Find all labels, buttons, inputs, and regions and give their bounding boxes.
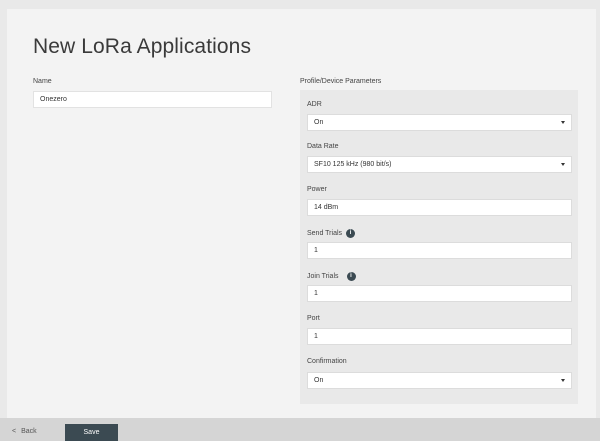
back-button[interactable]: < Back <box>12 428 37 435</box>
confirmation-label-text: Confirmation <box>307 358 347 365</box>
power-label: Power <box>307 186 327 193</box>
port-label-text: Port <box>307 315 320 322</box>
chevron-left-icon: < <box>12 428 17 435</box>
send-trials-value: 1 <box>314 247 318 254</box>
send-trials-input[interactable]: 1 <box>307 242 572 259</box>
params-panel: ADR On Data Rate SF10 125 kHz (980 bit/s… <box>300 90 578 404</box>
join-trials-label: Join Trials i <box>307 272 356 281</box>
form-page: New LoRa Applications Name Onezero Profi… <box>7 9 596 418</box>
power-input[interactable]: 14 dBm <box>307 199 572 216</box>
confirmation-select[interactable]: On <box>307 372 572 389</box>
page-title: New LoRa Applications <box>33 35 252 58</box>
save-button[interactable]: Save <box>65 424 118 441</box>
data-rate-label: Data Rate <box>307 143 339 150</box>
confirmation-value: On <box>314 377 324 384</box>
join-trials-input[interactable]: 1 <box>307 285 572 302</box>
port-label: Port <box>307 315 320 322</box>
join-trials-value: 1 <box>314 290 318 297</box>
name-input[interactable]: Onezero <box>33 91 272 108</box>
confirmation-label: Confirmation <box>307 358 347 365</box>
adr-label-text: ADR <box>307 101 322 108</box>
chevron-down-icon <box>561 163 565 166</box>
data-rate-value: SF10 125 kHz (980 bit/s) <box>314 161 392 168</box>
data-rate-select[interactable]: SF10 125 kHz (980 bit/s) <box>307 156 572 173</box>
profile-heading: Profile/Device Parameters <box>300 78 382 85</box>
port-value: 1 <box>314 333 318 340</box>
adr-select[interactable]: On <box>307 114 572 131</box>
power-label-text: Power <box>307 186 327 193</box>
data-rate-label-text: Data Rate <box>307 143 339 150</box>
info-icon[interactable]: i <box>346 272 356 281</box>
join-trials-label-text: Join Trials <box>307 273 339 280</box>
adr-label: ADR <box>307 101 322 108</box>
back-label: Back <box>21 428 37 435</box>
port-input[interactable]: 1 <box>307 328 572 345</box>
name-label: Name <box>33 78 52 85</box>
footer-bar: < Back Save <box>0 418 600 441</box>
send-trials-label: Send Trials i <box>307 229 356 238</box>
info-icon[interactable]: i <box>346 229 356 238</box>
chevron-down-icon <box>561 379 565 382</box>
send-trials-label-text: Send Trials <box>307 230 343 237</box>
chevron-down-icon <box>561 121 565 124</box>
power-value: 14 dBm <box>314 204 339 211</box>
adr-value: On <box>314 119 324 126</box>
